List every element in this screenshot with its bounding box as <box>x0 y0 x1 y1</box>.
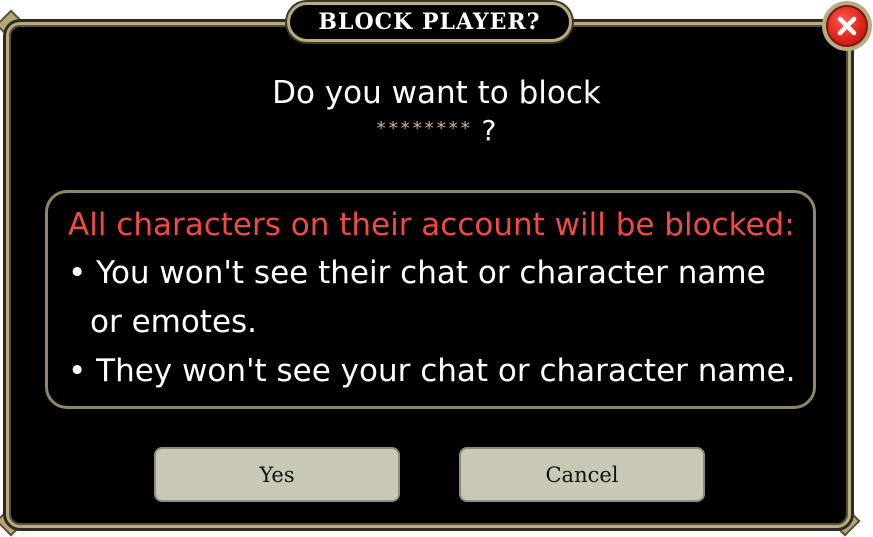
question-mark: ? <box>472 114 497 147</box>
cancel-button[interactable]: Cancel <box>459 447 705 502</box>
block-effect-bullet-continuation: or emotes. <box>90 304 258 340</box>
block-info-box: All characters on their account will be … <box>45 190 816 409</box>
block-warning: All characters on their account will be … <box>68 207 795 243</box>
block-effect-bullet: • They won't see your chat or character … <box>68 353 796 389</box>
close-icon <box>826 5 868 47</box>
block-question-target: ******** ? <box>0 114 873 147</box>
player-name: ******** <box>376 118 473 139</box>
block-question: Do you want to block <box>272 75 601 111</box>
close-button[interactable] <box>822 1 872 51</box>
close-x-icon <box>837 16 857 36</box>
block-effect-bullet: • You won't see their chat or character … <box>68 255 766 291</box>
yes-button[interactable]: Yes <box>154 447 400 502</box>
dialog-title-plate: BLOCK PLAYER? <box>287 2 572 42</box>
dialog-title: BLOCK PLAYER? <box>318 9 541 35</box>
